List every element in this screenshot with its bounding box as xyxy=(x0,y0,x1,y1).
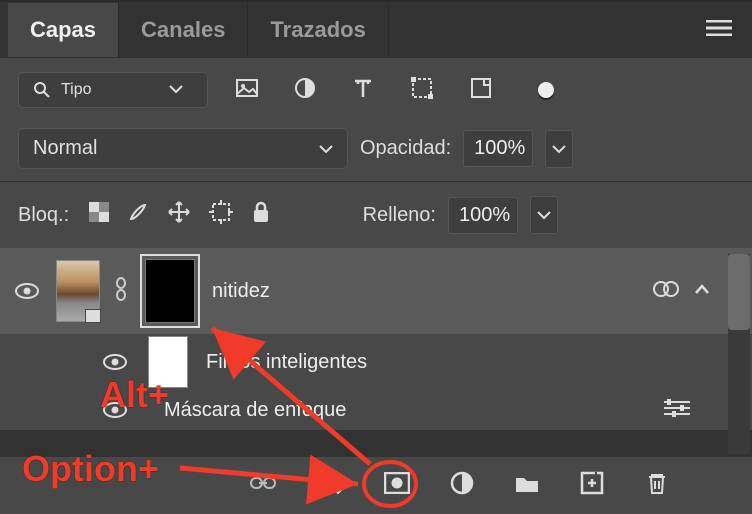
smart-filters-label: Filtros inteligentes xyxy=(206,351,367,374)
layer-filter-select[interactable]: Tipo xyxy=(18,72,208,108)
scrollbar-thumb[interactable] xyxy=(728,254,750,330)
search-icon xyxy=(33,81,51,99)
lock-all-icon[interactable] xyxy=(251,201,271,229)
lock-label: Bloq.: xyxy=(18,204,69,227)
layer-thumbnail[interactable] xyxy=(56,260,100,322)
filter-blend-options-icon[interactable] xyxy=(662,399,692,422)
filter-type-icon[interactable] xyxy=(352,77,374,104)
filter-name[interactable]: Máscara de enfoque xyxy=(164,399,346,422)
opacity-input[interactable]: 100% xyxy=(463,130,533,167)
panel-tabs: Capas Canales Trazados xyxy=(0,2,752,58)
tab-channels[interactable]: Canales xyxy=(119,3,248,57)
filter-adjustment-icon[interactable] xyxy=(294,77,316,104)
tab-paths[interactable]: Trazados xyxy=(248,3,388,57)
layer-mask-thumbnail[interactable] xyxy=(142,256,198,326)
fill-input[interactable]: 100% xyxy=(448,197,518,234)
filter-toggle[interactable] xyxy=(538,82,554,98)
layer-style-icon[interactable]: fx xyxy=(316,471,344,500)
chevron-down-icon xyxy=(319,137,333,160)
layers-footer: fx xyxy=(0,456,752,514)
fill-label: Relleno: xyxy=(363,204,436,227)
lock-brush-icon[interactable] xyxy=(127,201,149,229)
blend-mode-select[interactable]: Normal xyxy=(18,128,348,169)
filter-shape-icon[interactable] xyxy=(410,76,434,105)
adjustment-layer-icon[interactable] xyxy=(450,471,474,500)
mask-link-icon[interactable] xyxy=(114,276,128,307)
new-group-icon[interactable] xyxy=(514,472,540,499)
lock-transparency-icon[interactable] xyxy=(89,202,109,228)
filter-pixel-icon[interactable] xyxy=(236,77,258,104)
filter-smartobject-icon[interactable] xyxy=(470,77,492,104)
smartobject-badge-icon xyxy=(85,309,101,323)
scrollbar[interactable] xyxy=(728,254,750,454)
link-layers-icon[interactable] xyxy=(250,475,276,496)
blend-mode-value: Normal xyxy=(33,137,97,160)
filter-mask-thumbnail[interactable] xyxy=(148,336,188,388)
lock-artboard-icon[interactable] xyxy=(209,200,233,230)
delete-layer-icon[interactable] xyxy=(646,471,668,500)
panel-menu-icon[interactable] xyxy=(706,20,732,41)
filter-label: Tipo xyxy=(61,81,92,99)
layers-list: nitidez Filtros inteligentes Máscara de … xyxy=(0,248,752,430)
opacity-label: Opacidad: xyxy=(360,137,451,160)
layer-name[interactable]: nitidez xyxy=(212,280,270,303)
svg-text:fx: fx xyxy=(316,473,329,493)
visibility-toggle[interactable] xyxy=(100,353,130,371)
visibility-toggle[interactable] xyxy=(100,401,130,419)
layer-row[interactable]: nitidez xyxy=(0,248,752,334)
layer-effects-icon[interactable] xyxy=(652,279,680,304)
lock-move-icon[interactable] xyxy=(167,200,191,230)
smart-filters-row[interactable]: Filtros inteligentes xyxy=(0,334,752,390)
collapse-chevron-icon[interactable] xyxy=(694,282,710,300)
opacity-dropdown[interactable] xyxy=(545,130,573,168)
tab-layers[interactable]: Capas xyxy=(8,3,119,57)
chevron-down-icon xyxy=(169,81,193,99)
new-layer-icon[interactable] xyxy=(580,471,606,500)
fill-dropdown[interactable] xyxy=(530,196,558,234)
filter-item-row[interactable]: Máscara de enfoque xyxy=(0,390,752,430)
visibility-toggle[interactable] xyxy=(12,282,42,300)
add-mask-icon[interactable] xyxy=(384,472,410,499)
